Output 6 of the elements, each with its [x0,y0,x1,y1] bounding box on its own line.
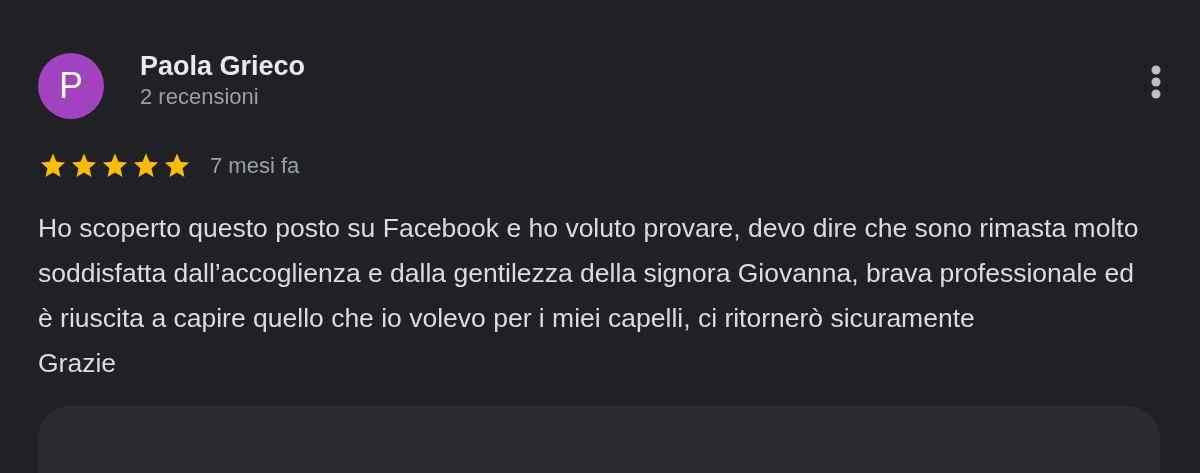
review-text: Ho scoperto questo posto su Facebook e ho voluto provare, devo dire che sono rimasta molto soddisfatta dall’accoglienza e dalla gentilezza della signora Giovanna, brava professionale ed è riuscita a capire quello che io volevo per i miei capelli, ci ritornerò sicuramente Grazie [38,212,1140,380]
review-date: 7 mesi fa [210,152,300,179]
more-options-icon[interactable] [1150,64,1162,100]
avatar: P [38,53,104,119]
reviewer-name[interactable]: Paola Grieco [140,49,1150,83]
review-count: 2 recensioni [140,83,260,111]
